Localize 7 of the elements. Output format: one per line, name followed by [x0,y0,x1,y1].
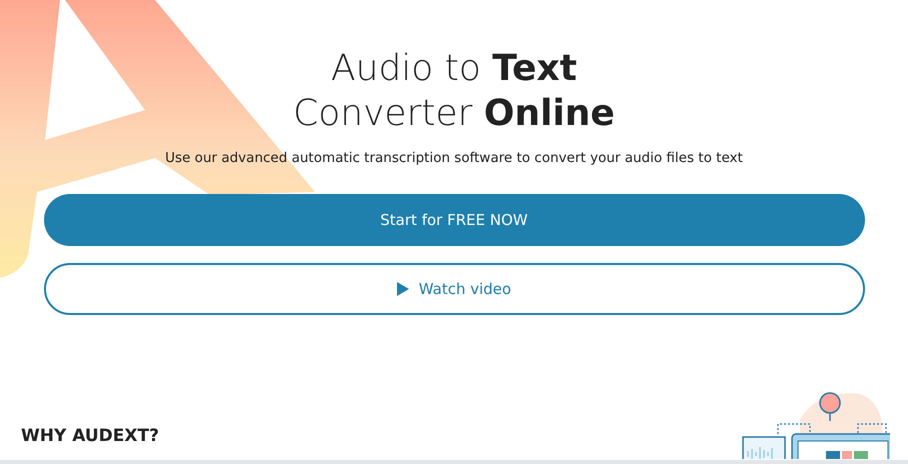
headline: Converter Online [293,92,615,136]
section-heading: WHY AUDEXT? [21,426,159,446]
play-icon [396,282,409,296]
subtitle: Use our advanced automatic transcription software to convert your audio files to text [165,150,743,166]
headline: Audio to Text [331,47,577,91]
start-button[interactable]: Start for FREE NOW [44,194,864,246]
watch-video-button[interactable]: Watch video [44,263,864,315]
